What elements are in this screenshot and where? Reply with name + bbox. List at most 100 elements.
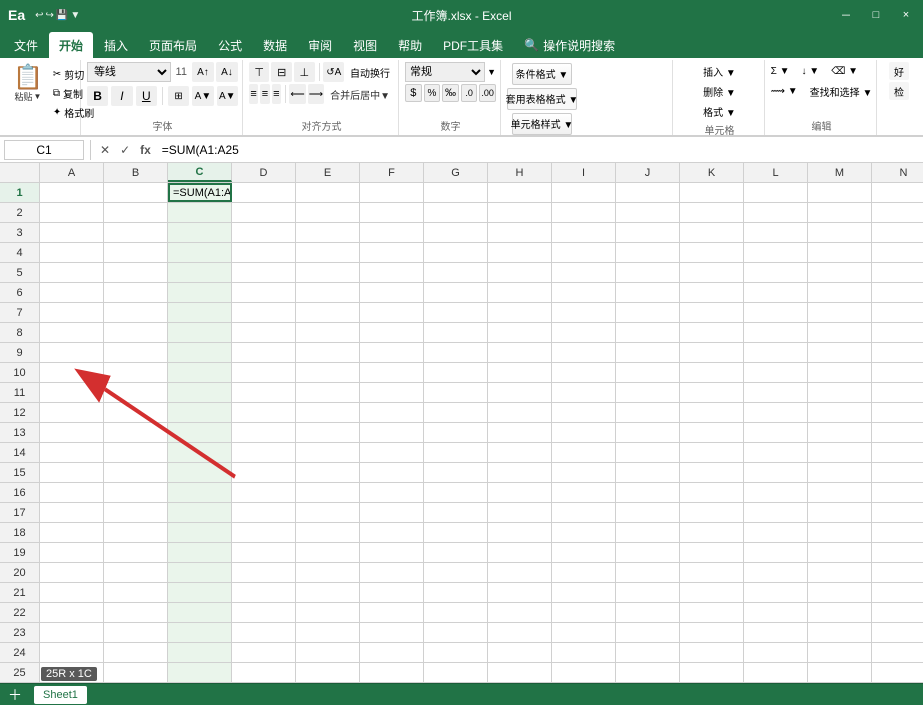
cell-J19[interactable] — [616, 543, 680, 562]
formula-input[interactable] — [158, 140, 919, 160]
cell-H9[interactable] — [488, 343, 552, 362]
cell-N15[interactable] — [872, 463, 923, 482]
cell-G9[interactable] — [424, 343, 488, 362]
cell-H22[interactable] — [488, 603, 552, 622]
cell-N12[interactable] — [872, 403, 923, 422]
cell-E6[interactable] — [296, 283, 360, 302]
col-header-H[interactable]: H — [488, 163, 552, 182]
cell-J4[interactable] — [616, 243, 680, 262]
cell-K16[interactable] — [680, 483, 744, 502]
row-number-16[interactable]: 16 — [0, 483, 40, 502]
cell-G16[interactable] — [424, 483, 488, 502]
cell-N6[interactable] — [872, 283, 923, 302]
cell-E19[interactable] — [296, 543, 360, 562]
cell-J17[interactable] — [616, 503, 680, 522]
cell-H1[interactable] — [488, 183, 552, 202]
cell-F21[interactable] — [360, 583, 424, 602]
tab-view[interactable]: 视图 — [343, 32, 387, 58]
cell-E25[interactable] — [296, 663, 360, 682]
cell-J15[interactable] — [616, 463, 680, 482]
row-number-8[interactable]: 8 — [0, 323, 40, 342]
cell-C4[interactable] — [168, 243, 232, 262]
cell-L23[interactable] — [744, 623, 808, 642]
cell-A17[interactable] — [40, 503, 104, 522]
row-number-6[interactable]: 6 — [0, 283, 40, 302]
cell-E2[interactable] — [296, 203, 360, 222]
cell-L14[interactable] — [744, 443, 808, 462]
cell-B22[interactable] — [104, 603, 168, 622]
col-header-D[interactable]: D — [232, 163, 296, 182]
cell-B5[interactable] — [104, 263, 168, 282]
cell-H17[interactable] — [488, 503, 552, 522]
cell-C23[interactable] — [168, 623, 232, 642]
cell-B6[interactable] — [104, 283, 168, 302]
col-header-J[interactable]: J — [616, 163, 680, 182]
cell-N10[interactable] — [872, 363, 923, 382]
increase-font-button[interactable]: A↑ — [192, 62, 214, 82]
cell-I17[interactable] — [552, 503, 616, 522]
cell-K7[interactable] — [680, 303, 744, 322]
cell-J22[interactable] — [616, 603, 680, 622]
row-number-1[interactable]: 1 — [0, 183, 40, 202]
redo-button[interactable]: ↪ — [46, 10, 54, 21]
number-format-expand[interactable]: ▼ — [487, 67, 496, 77]
cell-A14[interactable] — [40, 443, 104, 462]
cell-B9[interactable] — [104, 343, 168, 362]
row-number-17[interactable]: 17 — [0, 503, 40, 522]
cell-J11[interactable] — [616, 383, 680, 402]
cell-M8[interactable] — [808, 323, 872, 342]
tab-search[interactable]: 🔍操作说明搜索 — [514, 32, 625, 58]
italic-button[interactable]: I — [111, 86, 132, 106]
cell-F25[interactable] — [360, 663, 424, 682]
cell-E21[interactable] — [296, 583, 360, 602]
cell-B14[interactable] — [104, 443, 168, 462]
cell-K1[interactable] — [680, 183, 744, 202]
align-top-button[interactable]: ⊤ — [249, 62, 270, 82]
cell-E20[interactable] — [296, 563, 360, 582]
cell-C2[interactable] — [168, 203, 232, 222]
cell-F7[interactable] — [360, 303, 424, 322]
col-header-L[interactable]: L — [744, 163, 808, 182]
cell-I24[interactable] — [552, 643, 616, 662]
cell-H10[interactable] — [488, 363, 552, 382]
cell-N4[interactable] — [872, 243, 923, 262]
cell-I7[interactable] — [552, 303, 616, 322]
number-format-select[interactable]: 常规 数字 货币 百分比 文本 — [405, 62, 485, 82]
cell-J8[interactable] — [616, 323, 680, 342]
cell-B20[interactable] — [104, 563, 168, 582]
row-number-20[interactable]: 20 — [0, 563, 40, 582]
cell-I8[interactable] — [552, 323, 616, 342]
cell-C18[interactable] — [168, 523, 232, 542]
cell-K8[interactable] — [680, 323, 744, 342]
align-right-button[interactable]: ≡ — [272, 84, 281, 104]
cell-I13[interactable] — [552, 423, 616, 442]
row-number-19[interactable]: 19 — [0, 543, 40, 562]
cell-M21[interactable] — [808, 583, 872, 602]
cell-M23[interactable] — [808, 623, 872, 642]
cell-G11[interactable] — [424, 383, 488, 402]
cell-B17[interactable] — [104, 503, 168, 522]
cell-D11[interactable] — [232, 383, 296, 402]
cell-F8[interactable] — [360, 323, 424, 342]
border-button[interactable]: ⊞ — [168, 86, 189, 106]
cell-D5[interactable] — [232, 263, 296, 282]
cell-C5[interactable] — [168, 263, 232, 282]
cell-G3[interactable] — [424, 223, 488, 242]
cell-K23[interactable] — [680, 623, 744, 642]
cell-B12[interactable] — [104, 403, 168, 422]
cell-B15[interactable] — [104, 463, 168, 482]
cell-L10[interactable] — [744, 363, 808, 382]
font-color-button[interactable]: A▼ — [217, 86, 238, 106]
cell-H4[interactable] — [488, 243, 552, 262]
align-middle-button[interactable]: ⊟ — [271, 62, 292, 82]
cell-G15[interactable] — [424, 463, 488, 482]
minimize-button[interactable]: － — [837, 6, 855, 24]
tab-pdf[interactable]: PDF工具集 — [433, 32, 513, 58]
cell-G22[interactable] — [424, 603, 488, 622]
cell-A18[interactable] — [40, 523, 104, 542]
cell-G5[interactable] — [424, 263, 488, 282]
cell-F20[interactable] — [360, 563, 424, 582]
col-header-B[interactable]: B — [104, 163, 168, 182]
cell-J13[interactable] — [616, 423, 680, 442]
cell-J10[interactable] — [616, 363, 680, 382]
